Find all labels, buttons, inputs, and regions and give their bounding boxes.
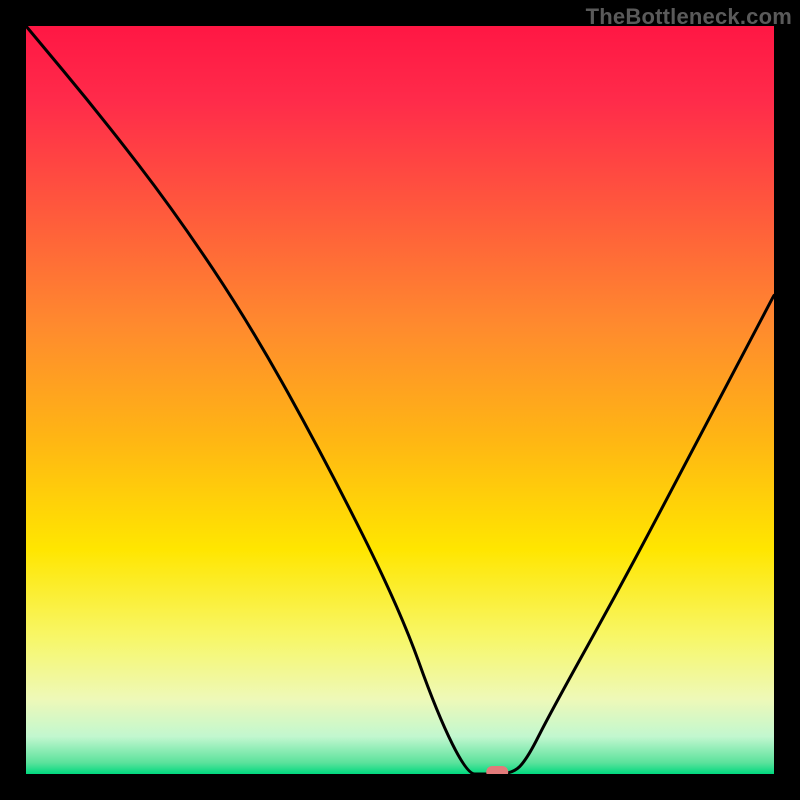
- watermark-label: TheBottleneck.com: [586, 4, 792, 30]
- chart-svg: [26, 26, 774, 774]
- plot-area: [26, 26, 774, 774]
- chart-container: TheBottleneck.com: [0, 0, 800, 800]
- gradient-background: [26, 26, 774, 774]
- optimal-point-marker: [486, 766, 508, 774]
